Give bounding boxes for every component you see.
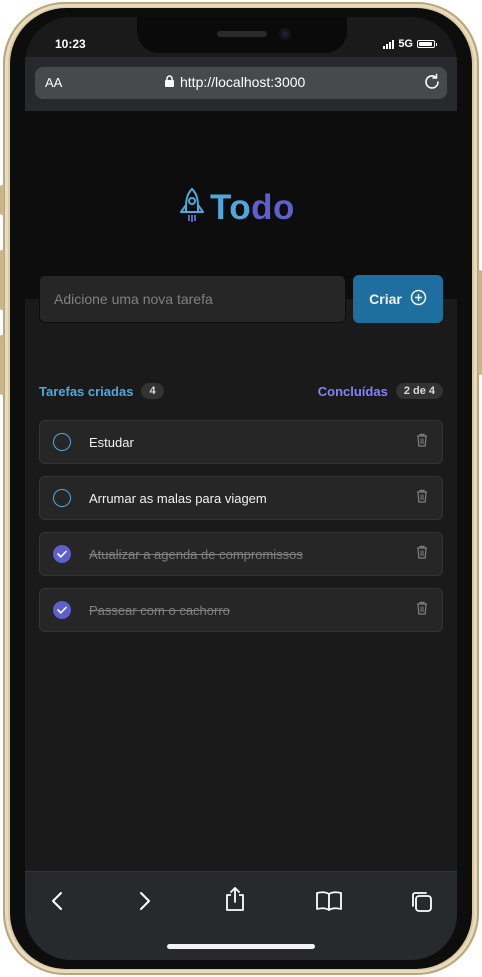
- new-task-input[interactable]: [39, 275, 346, 323]
- address-bar[interactable]: AA http://localhost:3000: [35, 67, 447, 99]
- front-camera: [279, 28, 291, 40]
- task-list: Estudar Arrumar as malas para viagem Atu…: [39, 420, 443, 644]
- done-count-badge: 2 de 4: [395, 383, 443, 399]
- battery-icon: [417, 40, 437, 48]
- task-checkbox-checked[interactable]: [53, 545, 71, 563]
- task-item: Atualizar a agenda de compromissos: [39, 532, 443, 576]
- created-counter: Tarefas criadas 4: [39, 383, 164, 399]
- tabs-icon[interactable]: [410, 890, 434, 919]
- back-icon[interactable]: [50, 890, 66, 917]
- page-header: Todo: [25, 111, 457, 299]
- rocket-icon: [180, 187, 204, 228]
- phone-side-button: [0, 335, 4, 395]
- task-text: Estudar: [89, 435, 134, 450]
- task-checkbox-checked[interactable]: [53, 601, 71, 619]
- bookmarks-icon[interactable]: [315, 890, 343, 917]
- create-task-button[interactable]: Criar: [353, 275, 443, 323]
- url-text: http://localhost:3000: [180, 74, 306, 90]
- phone-side-button: [0, 185, 4, 215]
- share-icon[interactable]: [224, 886, 246, 917]
- task-item: Estudar: [39, 420, 443, 464]
- task-counters: Tarefas criadas 4 Concluídas 2 de 4: [39, 383, 443, 399]
- done-counter: Concluídas 2 de 4: [318, 383, 443, 399]
- task-checkbox[interactable]: [53, 489, 71, 507]
- brand-text-part2: do: [251, 187, 295, 227]
- task-item: Arrumar as malas para viagem: [39, 476, 443, 520]
- trash-icon[interactable]: [416, 433, 428, 452]
- done-label: Concluídas: [317, 383, 388, 399]
- url-display[interactable]: http://localhost:3000: [165, 74, 305, 90]
- task-text: Atualizar a agenda de compromissos: [89, 547, 303, 562]
- created-label: Tarefas criadas: [39, 383, 134, 399]
- plus-circle-icon: [410, 289, 427, 309]
- browser-address-area: AA http://localhost:3000: [25, 57, 457, 112]
- task-checkbox[interactable]: [53, 433, 71, 451]
- create-button-label: Criar: [369, 291, 402, 307]
- home-indicator[interactable]: [167, 944, 315, 949]
- network-label: 5G: [398, 38, 413, 50]
- phone-side-button: [478, 270, 482, 375]
- reload-icon[interactable]: [423, 73, 441, 96]
- lock-icon: [165, 74, 174, 90]
- brand-wordmark: Todo: [210, 188, 295, 228]
- notch: [137, 17, 347, 53]
- task-item: Passear com o cachorro: [39, 588, 443, 632]
- trash-icon[interactable]: [416, 489, 428, 508]
- status-time: 10:23: [55, 37, 86, 51]
- created-count-badge: 4: [141, 383, 164, 399]
- brand-text-part1: To: [210, 187, 252, 227]
- trash-icon[interactable]: [416, 545, 428, 564]
- signal-icon: [383, 39, 395, 49]
- phone-screen: 10:23 5G AA http://localhost:3000 Todo A…: [25, 17, 457, 960]
- browser-toolbar: [25, 871, 457, 960]
- task-text: Arrumar as malas para viagem: [89, 491, 267, 506]
- battery-level: [419, 42, 432, 46]
- todo-page: Todo Criar Tarefas criadas 4 Concluídas …: [25, 111, 457, 871]
- forward-icon[interactable]: [136, 890, 152, 917]
- brand-logo: Todo: [180, 187, 295, 228]
- text-size-button[interactable]: AA: [45, 75, 62, 90]
- status-indicators: 5G: [383, 38, 437, 50]
- trash-icon[interactable]: [416, 601, 428, 620]
- task-text: Passear com o cachorro: [89, 603, 230, 618]
- phone-side-button: [0, 250, 4, 310]
- speaker: [217, 31, 267, 37]
